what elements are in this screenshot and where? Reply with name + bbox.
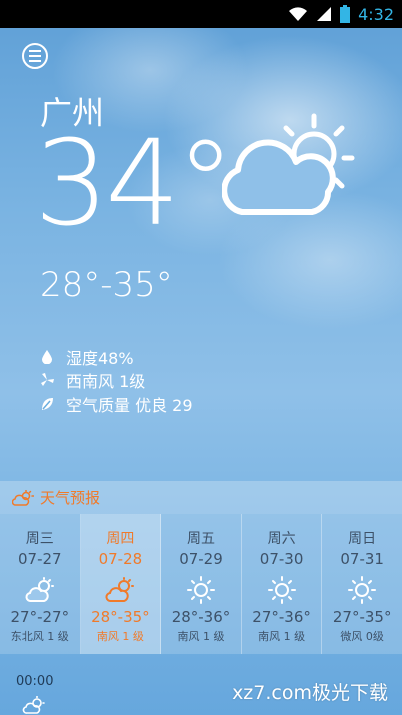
wind-text: 西南风 1级 [66, 372, 146, 392]
current-temperature: 34° [34, 114, 235, 252]
droplet-icon [40, 349, 54, 364]
forecast-title: 天气预报 [40, 489, 101, 507]
day-date: 07-27 [18, 550, 62, 568]
sun-icon [267, 574, 296, 606]
forecast-header: 天气预报 [0, 481, 402, 514]
partly-cloudy-icon [25, 574, 55, 606]
forecast-day[interactable]: 周日 07-31 27°-35° 微风 0级 [322, 514, 402, 654]
day-name: 周三 [25, 531, 54, 547]
air-quality-text: 空气质量 优良 29 [66, 395, 193, 415]
wind-row: 西南风 1级 [40, 369, 193, 393]
humidity-row: 湿度48% [40, 345, 193, 369]
status-bar: 4:32 [0, 0, 402, 28]
forecast-days: 周三 07-27 27°-27° 东北风 1 级 周四 07-28 28°-35… [0, 514, 402, 654]
day-name: 周日 [348, 531, 377, 547]
status-time: 4:32 [358, 4, 394, 24]
day-wind: 南风 1 级 [177, 630, 225, 643]
humidity-text: 湿度48% [66, 348, 134, 368]
day-date: 07-28 [98, 550, 143, 568]
partly-cloudy-icon [105, 574, 135, 606]
day-wind: 东北风 1 级 [10, 630, 69, 643]
day-date: 07-29 [179, 550, 223, 568]
day-range: 28°-35° [91, 608, 150, 626]
day-wind: 南风 1 级 [96, 630, 144, 643]
forecast-day[interactable]: 周六 07-30 27°-36° 南风 1 级 [242, 514, 323, 654]
today-temperature-range: 28°-35° [40, 265, 173, 305]
wifi-icon [289, 7, 308, 21]
current-details: 湿度48% 西南风 1级 空气质量 优良 29 [40, 345, 193, 416]
day-name: 周五 [186, 531, 215, 547]
fan-icon [40, 373, 54, 387]
sun-icon [348, 574, 377, 606]
day-name: 周四 [106, 531, 135, 547]
forecast-day[interactable]: 周三 07-27 27°-27° 东北风 1 级 [0, 514, 81, 654]
day-date: 07-31 [340, 550, 384, 568]
day-range: 28°-36° [171, 608, 231, 626]
partly-cloudy-icon [22, 696, 45, 714]
menu-button[interactable] [22, 43, 48, 69]
forecast-day[interactable]: 周五 07-29 28°-36° 南风 1 级 [161, 514, 242, 654]
air-quality-row: 空气质量 优良 29 [40, 392, 193, 416]
partly-cloudy-icon [222, 113, 355, 215]
watermark-text: xz7.com极光下载 [232, 682, 388, 704]
sun-icon [186, 574, 215, 606]
forecast-day-selected[interactable]: 周四 07-28 28°-35° 南风 1 级 [80, 514, 162, 654]
day-date: 07-30 [259, 550, 304, 568]
day-range: 27°-36° [252, 608, 311, 626]
battery-icon [340, 5, 351, 23]
hour-time: 00:00 [16, 674, 54, 689]
signal-icon [317, 7, 332, 21]
day-wind: 南风 1 级 [258, 630, 306, 643]
day-range: 27°-35° [332, 608, 392, 626]
day-name: 周六 [267, 531, 296, 547]
cloud-sun-icon [12, 489, 34, 506]
day-wind: 微风 0级 [340, 630, 384, 643]
leaf-icon [40, 397, 54, 411]
day-range: 27°-27° [10, 608, 70, 626]
